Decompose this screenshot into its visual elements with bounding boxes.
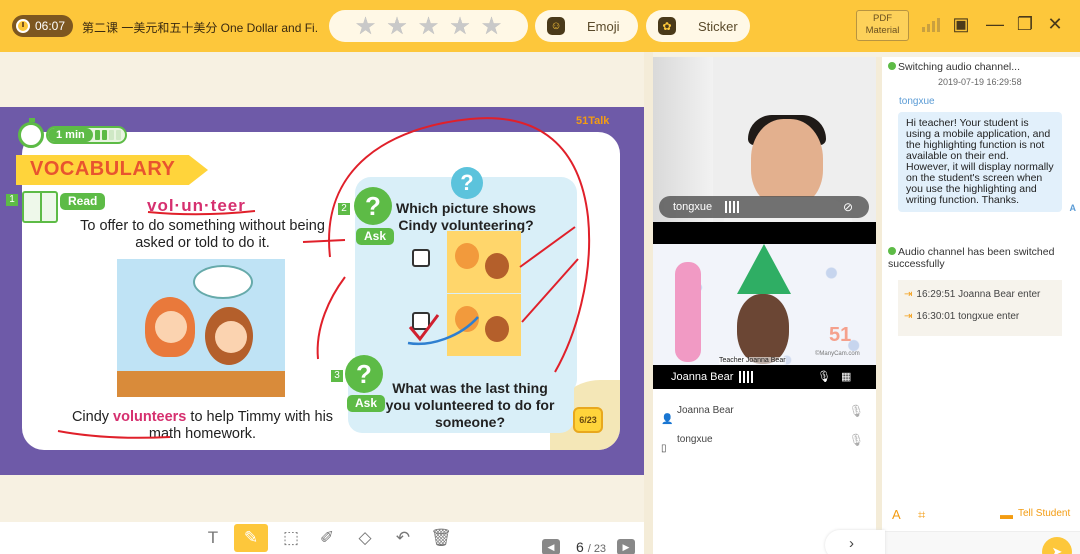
drawing-toolbar: T ✎ ⬚ ✐ ◇ ↶ 🗑 ◀ 6 / 23 ▶	[0, 522, 644, 554]
emoji-label: Emoji	[587, 18, 620, 34]
student-video-bar: tongxue ⊘	[659, 196, 869, 218]
audio-level-icon	[739, 371, 753, 383]
system-message: Audio channel has been switched successf…	[888, 246, 1055, 270]
audio-level-icon	[725, 201, 739, 213]
signal-icon	[922, 16, 940, 32]
feedback-icon[interactable]: ▣	[950, 14, 972, 34]
check-icon	[888, 247, 896, 255]
user-icon: 👤	[661, 414, 674, 425]
translate-tool-icon[interactable]: A	[892, 507, 901, 522]
expand-panel-button[interactable]: ›	[825, 530, 885, 554]
manycam-caption: ©ManyCam.com	[815, 351, 860, 357]
teacher-annotations	[57, 117, 591, 439]
slide: 51Talk 1 min VOCABULARY 1 Read vol·un·te…	[0, 107, 644, 475]
participant-row[interactable]: ▯ tongxue 🎙	[653, 426, 876, 454]
mic-icon[interactable]: 🎙	[849, 426, 864, 454]
log-entry: ⇥ 16:30:01 tongxue enter	[904, 311, 1020, 322]
system-message: Switching audio channel...	[888, 61, 1020, 73]
tell-student-button[interactable]: Tell Student	[1018, 508, 1070, 519]
highlighter-tool-icon[interactable]: ✐	[314, 526, 340, 550]
star-icon[interactable]: ★	[418, 12, 440, 41]
pdf-label: PDF	[873, 13, 892, 24]
student-video-name: tongxue	[673, 201, 713, 213]
phone-icon: ▯	[661, 443, 667, 454]
next-page-button[interactable]: ▶	[617, 539, 635, 554]
timer-text: 06:07	[35, 19, 66, 33]
sticker-button[interactable]: ✿ Sticker	[646, 10, 750, 42]
undo-icon[interactable]: ↶	[390, 526, 416, 550]
pen-tool-icon[interactable]: ✎	[234, 524, 268, 552]
page-indicator: 6 / 23	[576, 539, 607, 554]
chat-bubble-icon[interactable]: ▬	[1000, 507, 1013, 522]
courseware-area: 51Talk 1 min VOCABULARY 1 Read vol·un·te…	[0, 57, 644, 522]
teacher-overlay: Teacher Joanna Bear	[719, 357, 786, 364]
lesson-title: 第二课 一美元和五十美分 One Dollar and Fi...	[82, 21, 317, 35]
minimize-icon[interactable]: —	[984, 14, 1006, 34]
video-panel: tongxue ⊘ 51 Teacher Joanna Bear ©ManyCa…	[653, 57, 876, 554]
chat-panel: Switching audio channel... 2019-07-19 16…	[882, 57, 1080, 554]
prev-page-button[interactable]: ◀	[542, 539, 560, 554]
star-icon[interactable]: ★	[481, 12, 503, 41]
translate-icon[interactable]: A	[1070, 203, 1077, 214]
sticker-icon: ✿	[658, 17, 676, 35]
message-sender: tongxue	[899, 96, 935, 107]
participant-name: Joanna Bear	[677, 405, 734, 416]
camera-off-icon[interactable]: ⊘	[843, 196, 853, 218]
sticker-label: Sticker	[698, 18, 738, 34]
text-tool-icon[interactable]: T	[200, 526, 226, 550]
participant-row[interactable]: 👤 Joanna Bear 🎙	[653, 397, 876, 425]
watermark: 51	[829, 324, 852, 346]
check-icon	[888, 62, 896, 70]
select-tool-icon[interactable]: ⬚	[278, 526, 304, 550]
restore-icon[interactable]: ❐	[1014, 14, 1036, 34]
material-label: Material	[865, 25, 900, 36]
star-icon[interactable]: ★	[386, 12, 408, 41]
star-icon[interactable]: ★	[355, 12, 377, 41]
emoji-icon: ☺	[547, 17, 565, 35]
divider	[644, 52, 653, 554]
stats-icon[interactable]: ▦	[841, 365, 851, 389]
teacher-video-bar: Joanna Bear 🎙 ▦	[653, 365, 876, 389]
close-icon[interactable]: ✕	[1044, 14, 1066, 34]
clock-icon	[16, 19, 30, 33]
trash-icon[interactable]: 🗑	[428, 526, 454, 550]
mic-icon[interactable]: 🎙	[817, 365, 831, 389]
class-timer: 06:07	[12, 15, 74, 37]
log-entry: ⇥ 16:29:51 Joanna Bear enter	[904, 289, 1041, 300]
eraser-tool-icon[interactable]: ◇	[352, 526, 378, 550]
participant-name: tongxue	[677, 434, 713, 445]
emoji-button[interactable]: ☺ Emoji	[535, 10, 638, 42]
crop-icon[interactable]: ⌗	[918, 507, 925, 523]
chat-message: Hi teacher! Your student is using a mobi…	[898, 112, 1076, 213]
star-icon[interactable]: ★	[449, 12, 471, 41]
message-time: 2019-07-19 16:29:58	[938, 77, 1022, 87]
star-rating[interactable]: ★ ★ ★ ★ ★	[329, 10, 528, 42]
top-bar: 06:07 第二课 一美元和五十美分 One Dollar and Fi... …	[0, 0, 1080, 52]
entry-log: ⇥ 16:29:51 Joanna Bear enter ⇥ 16:30:01 to…	[898, 280, 1062, 336]
mic-icon[interactable]: 🎙	[849, 397, 864, 425]
teacher-video-name: Joanna Bear	[671, 371, 734, 383]
pdf-material-button[interactable]: PDF Material	[856, 10, 909, 41]
